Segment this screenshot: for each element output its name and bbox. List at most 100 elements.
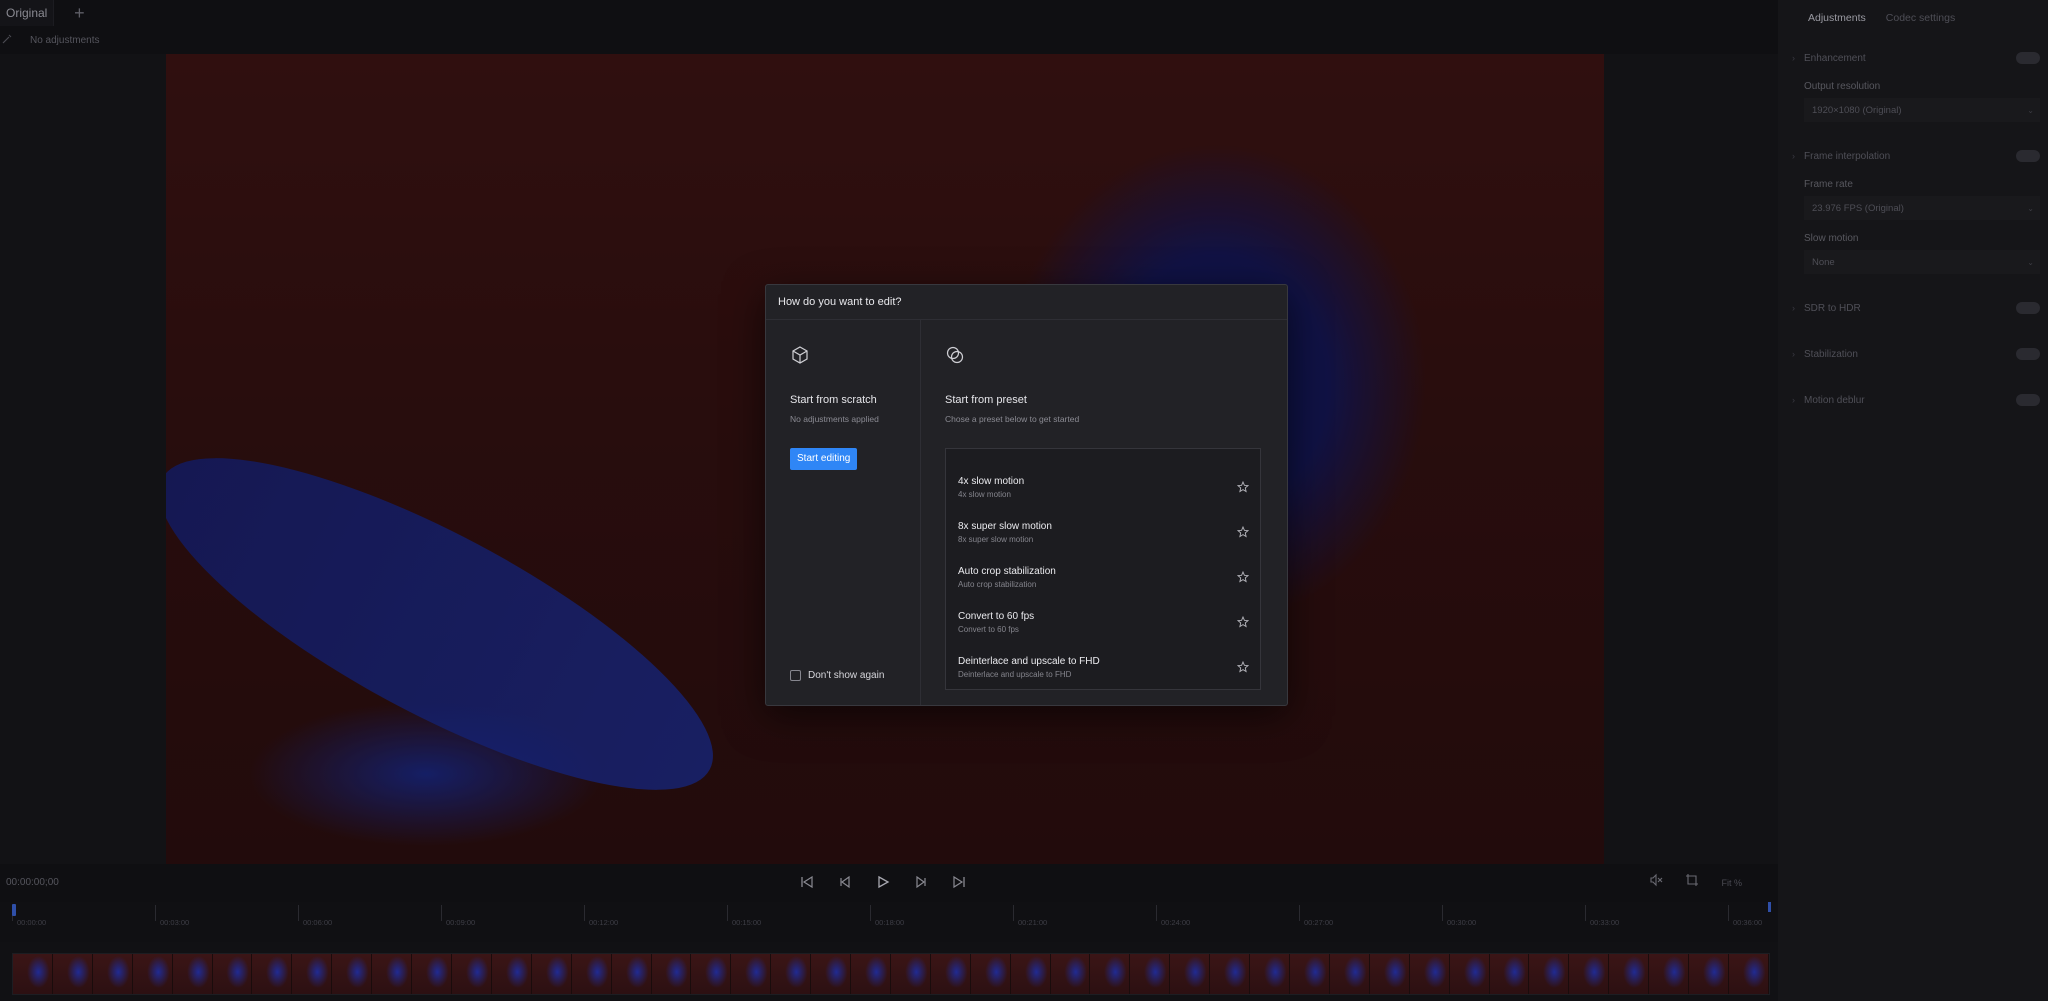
ruler-tick (1442, 905, 1443, 921)
timeline-thumbnail (372, 954, 413, 994)
motion-deblur-section[interactable]: › Motion deblur (1778, 388, 2048, 412)
scratch-subtitle: No adjustments applied (790, 414, 879, 424)
frame-rate-value: 23.976 FPS (Original) (1812, 202, 1904, 214)
timeline-thumbnail (771, 954, 812, 994)
preset-item[interactable]: Deinterlace and upscale to FHD Deinterla… (946, 656, 1260, 701)
add-tab-button[interactable]: + (66, 0, 92, 26)
stabilization-label: Stabilization (1804, 348, 1858, 360)
star-icon[interactable] (1237, 571, 1249, 583)
timeline-thumbnail (1329, 954, 1370, 994)
tab-bar: Original + (0, 0, 1778, 26)
mute-icon[interactable] (1649, 873, 1663, 892)
timeline-thumbnail (132, 954, 173, 994)
tab-original[interactable]: Original (0, 0, 55, 26)
ruler-tick (1013, 905, 1014, 921)
timeline-thumbnail (412, 954, 452, 994)
slow-motion-select[interactable]: None ⌄ (1804, 250, 2040, 274)
timeline-thumbnail (811, 954, 852, 994)
enhancement-toggle[interactable] (2016, 52, 2040, 64)
timeline-thumbnail (1090, 954, 1131, 994)
next-frame-icon[interactable] (912, 872, 930, 892)
preset-title: Start from preset (945, 394, 1027, 406)
sdr-to-hdr-section[interactable]: › SDR to HDR (1778, 296, 2048, 320)
timeline-thumbnail (1010, 954, 1051, 994)
dont-show-again-row[interactable]: Don't show again (790, 670, 884, 681)
timeline-thumbnail (1449, 954, 1490, 994)
star-icon[interactable] (1237, 481, 1249, 493)
ruler-tick (441, 905, 442, 921)
timeline-thumbnail (1529, 954, 1570, 994)
output-resolution-select[interactable]: 1920×1080 (Original) ⌄ (1804, 98, 2040, 122)
timeline-thumbnail (252, 954, 293, 994)
timeline-thumbnail (1210, 954, 1251, 994)
timeline-thumbnail (1728, 954, 1769, 994)
preset-name: Auto crop stabilization (958, 566, 1056, 577)
timeline-thumbnail (1409, 954, 1450, 994)
playhead[interactable] (12, 904, 16, 916)
timeline-thumbnail (1170, 954, 1211, 994)
tab-codec-settings[interactable]: Codec settings (1886, 12, 1955, 24)
timeline-thumbnail (930, 954, 971, 994)
ruler-tick (584, 905, 585, 921)
preset-item[interactable]: Auto crop stabilization Auto crop stabil… (946, 566, 1260, 611)
preset-item[interactable]: 8x super slow motion 8x super slow motio… (946, 521, 1260, 566)
out-point-marker[interactable] (1768, 902, 1771, 912)
preset-name: 4x slow motion (958, 476, 1025, 487)
start-from-preset-panel: Start from preset Chose a preset below t… (921, 320, 1287, 705)
timeline-thumbnail (1290, 954, 1330, 994)
chevron-right-icon: › (1792, 151, 1795, 161)
play-icon[interactable] (874, 872, 892, 892)
output-resolution-value: 1920×1080 (Original) (1812, 104, 1902, 116)
timeline-thumbnail (531, 954, 572, 994)
ruler-tick-label: 00:27:00 (1304, 918, 1334, 927)
stabilization-toggle[interactable] (2016, 348, 2040, 360)
ruler-tick-label: 00:09:00 (446, 918, 476, 927)
star-icon[interactable] (1237, 616, 1249, 628)
ruler-tick (1299, 905, 1300, 921)
timeline-thumbnail (890, 954, 931, 994)
preset-item[interactable]: 4x slow motion 4x slow motion (946, 476, 1260, 521)
start-editing-button[interactable]: Start editing (790, 448, 858, 470)
timeline-thumbnail (1569, 954, 1610, 994)
ruler-tick-label: 00:03:00 (160, 918, 190, 927)
timeline-thumbnail (611, 954, 652, 994)
ruler-tick-label: 00:21:00 (1018, 918, 1048, 927)
previous-frame-icon[interactable] (836, 872, 854, 892)
magic-wand-icon[interactable] (2, 34, 12, 47)
frame-interpolation-label: Frame interpolation (1804, 150, 1891, 162)
zoom-select[interactable]: Fit % (1721, 878, 1742, 888)
skip-to-end-icon[interactable] (950, 872, 968, 892)
chevron-right-icon: › (1792, 53, 1795, 63)
tab-adjustments[interactable]: Adjustments (1808, 12, 1866, 24)
chevron-down-icon: ⌄ (2027, 105, 2034, 115)
frame-rate-select[interactable]: 23.976 FPS (Original) ⌄ (1804, 196, 2040, 220)
star-icon[interactable] (1237, 526, 1249, 538)
chevron-right-icon: › (1792, 349, 1795, 359)
sdr-to-hdr-toggle[interactable] (2016, 302, 2040, 314)
timeline-thumbnail (970, 954, 1011, 994)
timeline-thumbnail (92, 954, 133, 994)
frame-interpolation-toggle[interactable] (2016, 150, 2040, 162)
cube-icon (792, 346, 808, 364)
ruler-tick-label: 00:00:00 (17, 918, 47, 927)
preset-item[interactable]: Convert to 60 fps Convert to 60 fps (946, 611, 1260, 656)
timeline-thumbnail (172, 954, 213, 994)
ruler-tick (1156, 905, 1157, 921)
star-icon[interactable] (1237, 661, 1249, 673)
timeline-thumbnail (1649, 954, 1690, 994)
enhancement-section[interactable]: › Enhancement (1778, 46, 2048, 70)
scratch-title: Start from scratch (790, 394, 877, 406)
timeline-thumbnail-strip[interactable] (12, 953, 1770, 995)
crop-icon[interactable] (1685, 873, 1699, 892)
preset-desc: Auto crop stabilization (958, 580, 1037, 589)
skip-to-start-icon[interactable] (798, 872, 816, 892)
timeline-ruler[interactable]: 00:00:00 00:03:00 00:06:00 00:09:00 00:1… (0, 902, 1778, 942)
timeline-thumbnail (1689, 954, 1729, 994)
motion-deblur-toggle[interactable] (2016, 394, 2040, 406)
dont-show-again-checkbox[interactable] (790, 670, 801, 681)
preset-desc: 8x super slow motion (958, 535, 1034, 544)
timeline-thumbnail (1369, 954, 1410, 994)
timeline-thumbnail (1609, 954, 1650, 994)
frame-interpolation-section[interactable]: › Frame interpolation (1778, 144, 2048, 168)
stabilization-section[interactable]: › Stabilization (1778, 342, 2048, 366)
